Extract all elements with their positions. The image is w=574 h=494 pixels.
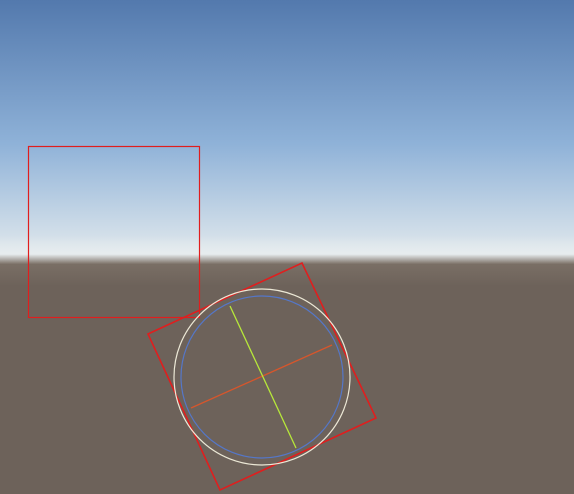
sphere-inner-gizmo: [180, 295, 344, 459]
sphere-outer-gizmo[interactable]: [173, 288, 351, 466]
scene-view-viewport[interactable]: [0, 0, 574, 494]
y-axis-handle[interactable]: [229, 305, 297, 449]
box-collider-gizmo[interactable]: [27, 145, 201, 319]
x-axis-handle[interactable]: [190, 344, 333, 409]
gizmo-overlay: [27, 145, 378, 492]
